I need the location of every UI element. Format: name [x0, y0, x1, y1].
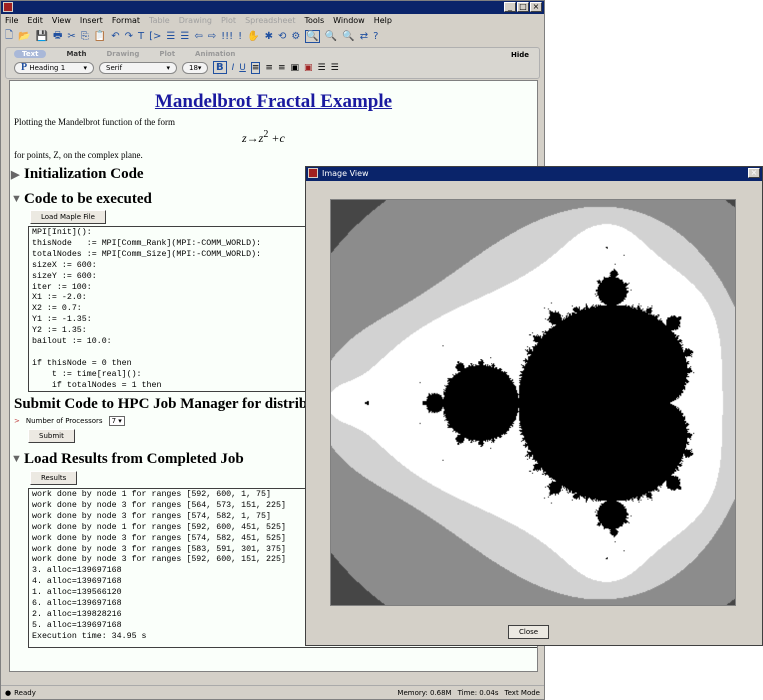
close-button[interactable]: ×: [748, 168, 760, 178]
menu-view[interactable]: View: [52, 16, 71, 25]
fg-color-icon[interactable]: ▣: [291, 63, 300, 73]
settings-icon[interactable]: ⚙: [291, 31, 300, 42]
palette-tab-text[interactable]: Text: [14, 50, 47, 58]
open-icon[interactable]: 📂: [18, 31, 30, 42]
zoom-in-icon[interactable]: 🔍: [325, 31, 337, 42]
text-icon[interactable]: T: [138, 31, 144, 42]
menu-help[interactable]: Help: [374, 16, 392, 25]
new-icon[interactable]: 🗋: [5, 28, 13, 45]
submit-button[interactable]: Submit: [28, 429, 75, 443]
bullet-list-icon[interactable]: ☰: [318, 63, 326, 73]
menu-plot[interactable]: Plot: [221, 16, 236, 25]
toggle-icon[interactable]: ⇄: [360, 31, 368, 42]
stop-icon[interactable]: ✋: [247, 31, 259, 42]
bold-button[interactable]: B: [213, 61, 227, 74]
close-image-button[interactable]: Close: [508, 625, 550, 639]
app-icon: [308, 168, 318, 178]
image-view-title-bar: Image View ×: [306, 167, 762, 181]
prompt-icon[interactable]: [>: [149, 31, 161, 42]
formula: z→z2 +c: [242, 129, 285, 145]
menu-table[interactable]: Table: [149, 16, 170, 25]
italic-button[interactable]: I: [232, 63, 235, 73]
font-select[interactable]: Serif ▾: [99, 61, 177, 74]
menu-format[interactable]: Format: [112, 16, 140, 25]
help-icon[interactable]: ?: [373, 31, 378, 42]
status-time: Time: 0.04s: [457, 688, 499, 697]
outdent-icon[interactable]: ☰: [180, 31, 189, 42]
underline-button[interactable]: U: [239, 63, 246, 73]
menu-tools[interactable]: Tools: [304, 16, 324, 25]
results-button[interactable]: Results: [30, 471, 78, 485]
context-palette: Text Math Drawing Plot Animation Hide P Head…: [5, 47, 540, 79]
menu-bar: File Edit View Insert Format Table Drawing Plot…: [1, 14, 544, 27]
palette-tab-plot[interactable]: Plot: [159, 50, 175, 58]
menu-file[interactable]: File: [5, 16, 18, 25]
status-memory: Memory: 0.68M: [397, 688, 452, 697]
hide-button[interactable]: Hide: [511, 51, 529, 59]
copy-icon[interactable]: ⎘: [81, 31, 89, 42]
execute-icon[interactable]: !: [238, 31, 242, 42]
status-bar: ● Ready Memory: 0.68M Time: 0.04s Text Mo…: [1, 685, 544, 699]
size-select[interactable]: 18 ▾: [182, 61, 208, 74]
maximize-button[interactable]: □: [517, 2, 529, 12]
menu-drawing[interactable]: Drawing: [179, 16, 212, 25]
menu-insert[interactable]: Insert: [80, 16, 103, 25]
forward-icon[interactable]: ⇨: [208, 31, 216, 42]
menu-spreadsheet[interactable]: Spreadsheet: [245, 16, 295, 25]
palette-tab-animation[interactable]: Animation: [195, 50, 235, 58]
toolbar: 🗋 📂 💾 🖶 ✂ ⎘ 📋 ↶ ↷ T [> ☰ ☰ ⇦ ⇨ !!!! ✋ ✱ ⟲ ⚙ 🔍 🔍 🔍 ⇄?: [1, 27, 544, 45]
debug-icon[interactable]: ✱: [265, 31, 273, 42]
load-maple-file-button[interactable]: Load Maple File: [30, 210, 106, 224]
close-button[interactable]: ×: [530, 2, 542, 12]
collapse-icon[interactable]: ▼: [11, 193, 22, 205]
paste-icon[interactable]: 📋: [94, 31, 106, 42]
processors-select[interactable]: 7 ▾: [108, 416, 125, 426]
print-icon[interactable]: 🖶: [53, 28, 62, 45]
align-left-icon[interactable]: ≡: [250, 61, 261, 74]
menu-window[interactable]: Window: [333, 16, 365, 25]
title-bar: _ □ ×: [1, 1, 544, 14]
expand-icon[interactable]: ▶: [11, 168, 19, 181]
app-icon: [3, 2, 13, 12]
palette-tab-math[interactable]: Math: [66, 50, 86, 58]
menu-edit[interactable]: Edit: [27, 16, 43, 25]
numbered-list-icon[interactable]: ☰: [331, 63, 339, 73]
palette-tab-drawing[interactable]: Drawing: [107, 50, 140, 58]
image-view-window: Image View × Close: [305, 166, 763, 646]
back-icon[interactable]: ⇦: [194, 31, 202, 42]
status-ready: Ready: [14, 688, 36, 697]
save-icon[interactable]: 💾: [36, 31, 48, 42]
points-text: for points, Z, on the complex plane.: [14, 150, 143, 160]
restart-icon[interactable]: ⟲: [278, 31, 286, 42]
zoom-out-icon[interactable]: 🔍: [342, 31, 354, 42]
mandelbrot-image: [330, 199, 736, 606]
processors-label: Number of Processors: [25, 417, 103, 425]
bg-color-icon[interactable]: ▣: [304, 63, 313, 73]
zoom-100-icon[interactable]: 🔍: [305, 29, 320, 43]
cut-icon[interactable]: ✂: [67, 31, 75, 42]
minimize-button[interactable]: _: [504, 2, 516, 12]
execute-all-icon[interactable]: !!!: [221, 31, 233, 42]
image-view-title: Image View: [322, 169, 369, 178]
style-select[interactable]: P Heading 1 ▾: [14, 61, 94, 74]
document-title: Mandelbrot Fractal Example: [154, 91, 393, 112]
intro-text: Plotting the Mandelbrot function of the …: [14, 117, 175, 127]
align-center-icon[interactable]: ≡: [265, 63, 273, 73]
indent-icon[interactable]: ☰: [166, 31, 175, 42]
collapse-icon[interactable]: ▼: [11, 453, 22, 465]
redo-icon[interactable]: ↷: [125, 31, 133, 42]
undo-icon[interactable]: ↶: [111, 31, 119, 42]
align-right-icon[interactable]: ≡: [278, 63, 286, 73]
status-mode: Text Mode: [504, 688, 540, 697]
